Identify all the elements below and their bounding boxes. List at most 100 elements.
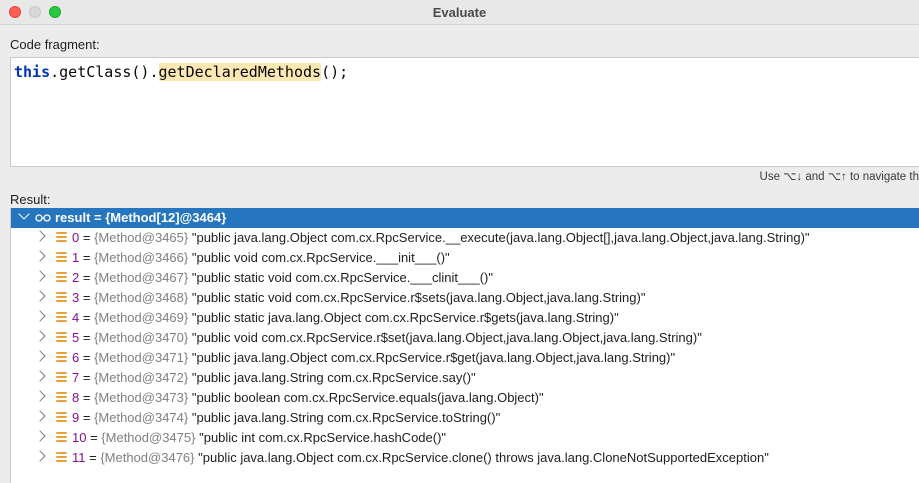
result-item-row[interactable]: 8 = {Method@3473} "public boolean com.cx… (11, 388, 919, 408)
chevron-down-icon[interactable] (18, 208, 30, 220)
result-tree[interactable]: result = {Method[12]@3464} 0 = {Method@3… (10, 208, 919, 483)
result-item-row[interactable]: 3 = {Method@3468} "public static void co… (11, 288, 919, 308)
item-value: "public static void com.cx.RpcService.__… (191, 270, 493, 285)
list-icon (56, 412, 67, 423)
item-equals: = (79, 250, 95, 265)
item-value: "public java.lang.Object com.cx.RpcServi… (198, 450, 769, 465)
result-item-text: 1 = {Method@3466} "public void com.cx.Rp… (72, 250, 450, 265)
item-ref: {Method@3476} (100, 450, 195, 465)
chevron-right-icon[interactable] (34, 230, 46, 242)
chevron-right-icon[interactable] (34, 270, 46, 282)
item-equals: = (79, 370, 95, 385)
result-label: Result: (10, 192, 51, 207)
list-icon (56, 272, 67, 283)
title-bar: Evaluate (0, 0, 919, 25)
item-value: "public boolean com.cx.RpcService.equals… (191, 390, 544, 405)
result-item-text: 6 = {Method@3471} "public java.lang.Obje… (72, 350, 675, 365)
chevron-right-icon[interactable] (34, 290, 46, 302)
result-item-row[interactable]: 9 = {Method@3474} "public java.lang.Stri… (11, 408, 919, 428)
item-ref: {Method@3466} (94, 250, 189, 265)
code-segment: .getClass(). (50, 63, 159, 81)
result-item-row[interactable]: 6 = {Method@3471} "public java.lang.Obje… (11, 348, 919, 368)
item-index: 10 (72, 430, 87, 445)
code-segment-end: (); (321, 63, 349, 81)
result-item-text: 10 = {Method@3475} "public int com.cx.Rp… (72, 430, 446, 445)
list-icon (56, 332, 67, 343)
item-ref: {Method@3470} (94, 330, 189, 345)
result-item-text: 11 = {Method@3476} "public java.lang.Obj… (72, 450, 769, 465)
item-ref: {Method@3467} (94, 270, 189, 285)
item-index: 11 (72, 450, 86, 465)
item-equals: = (79, 390, 95, 405)
result-item-text: 7 = {Method@3472} "public java.lang.Stri… (72, 370, 476, 385)
item-value: "public void com.cx.RpcService.___init__… (191, 250, 450, 265)
item-value: "public static java.lang.Object com.cx.R… (191, 310, 619, 325)
watch-glasses-icon (35, 214, 51, 222)
item-value: "public static void com.cx.RpcService.r$… (191, 290, 646, 305)
item-equals: = (85, 450, 101, 465)
item-ref: {Method@3473} (94, 390, 189, 405)
result-item-text: 0 = {Method@3465} "public java.lang.Obje… (72, 230, 810, 245)
item-value: "public java.lang.String com.cx.RpcServi… (191, 370, 476, 385)
code-keyword: this (14, 63, 51, 81)
list-icon (56, 232, 67, 243)
item-value: "public java.lang.Object com.cx.RpcServi… (191, 350, 676, 365)
chevron-right-icon[interactable] (34, 410, 46, 422)
result-item-row[interactable]: 2 = {Method@3467} "public static void co… (11, 268, 919, 288)
result-item-text: 4 = {Method@3469} "public static java.la… (72, 310, 619, 325)
item-value: "public int com.cx.RpcService.hashCode()… (199, 430, 447, 445)
chevron-right-icon[interactable] (34, 350, 46, 362)
result-item-row[interactable]: 10 = {Method@3475} "public int com.cx.Rp… (11, 428, 919, 448)
item-ref: {Method@3471} (94, 350, 189, 365)
result-root-label: result = {Method[12]@3464} (55, 210, 227, 225)
result-item-row[interactable]: 11 = {Method@3476} "public java.lang.Obj… (11, 448, 919, 468)
chevron-right-icon[interactable] (34, 310, 46, 322)
result-item-row[interactable]: 4 = {Method@3469} "public static java.la… (11, 308, 919, 328)
list-icon (56, 372, 67, 383)
item-equals: = (79, 410, 95, 425)
list-icon (56, 392, 67, 403)
code-line: this.getClass().getDeclaredMethods(); (14, 63, 348, 81)
item-value: "public java.lang.Object com.cx.RpcServi… (191, 230, 810, 245)
result-item-row[interactable]: 5 = {Method@3470} "public void com.cx.Rp… (11, 328, 919, 348)
item-value: "public java.lang.String com.cx.RpcServi… (191, 410, 501, 425)
item-equals: = (79, 290, 95, 305)
navigation-hint: Use ⌥↓ and ⌥↑ to navigate th (759, 171, 919, 183)
item-ref: {Method@3472} (94, 370, 189, 385)
item-equals: = (79, 350, 95, 365)
item-ref: {Method@3465} (94, 230, 189, 245)
code-highlighted-method: getDeclaredMethods (158, 63, 322, 81)
item-equals: = (79, 270, 95, 285)
result-item-row[interactable]: 1 = {Method@3466} "public void com.cx.Rp… (11, 248, 919, 268)
chevron-right-icon[interactable] (34, 370, 46, 382)
result-item-row[interactable]: 0 = {Method@3465} "public java.lang.Obje… (11, 228, 919, 248)
window-title: Evaluate (432, 5, 487, 20)
item-value: "public void com.cx.RpcService.r$set(jav… (191, 330, 702, 345)
result-item-text: 2 = {Method@3467} "public static void co… (72, 270, 493, 285)
result-item-row[interactable]: 7 = {Method@3472} "public java.lang.Stri… (11, 368, 919, 388)
result-item-text: 9 = {Method@3474} "public java.lang.Stri… (72, 410, 500, 425)
item-equals: = (79, 230, 95, 245)
item-ref: {Method@3468} (94, 290, 189, 305)
result-item-text: 5 = {Method@3470} "public void com.cx.Rp… (72, 330, 702, 345)
item-ref: {Method@3469} (94, 310, 189, 325)
chevron-right-icon[interactable] (34, 390, 46, 402)
result-item-text: 3 = {Method@3468} "public static void co… (72, 290, 645, 305)
item-equals: = (86, 430, 102, 445)
code-fragment-editor[interactable]: this.getClass().getDeclaredMethods(); (10, 57, 919, 167)
chevron-right-icon[interactable] (34, 430, 46, 442)
chevron-right-icon[interactable] (34, 250, 46, 262)
list-icon (56, 292, 67, 303)
list-icon (56, 432, 67, 443)
code-fragment-label: Code fragment: (10, 37, 100, 52)
item-ref: {Method@3474} (94, 410, 189, 425)
list-icon (56, 252, 67, 263)
list-icon (56, 352, 67, 363)
chevron-right-icon[interactable] (34, 450, 46, 462)
item-equals: = (79, 310, 95, 325)
item-equals: = (79, 330, 95, 345)
result-root-row[interactable]: result = {Method[12]@3464} (11, 208, 919, 228)
chevron-right-icon[interactable] (34, 330, 46, 342)
list-icon (56, 312, 67, 323)
result-item-text: 8 = {Method@3473} "public boolean com.cx… (72, 390, 544, 405)
